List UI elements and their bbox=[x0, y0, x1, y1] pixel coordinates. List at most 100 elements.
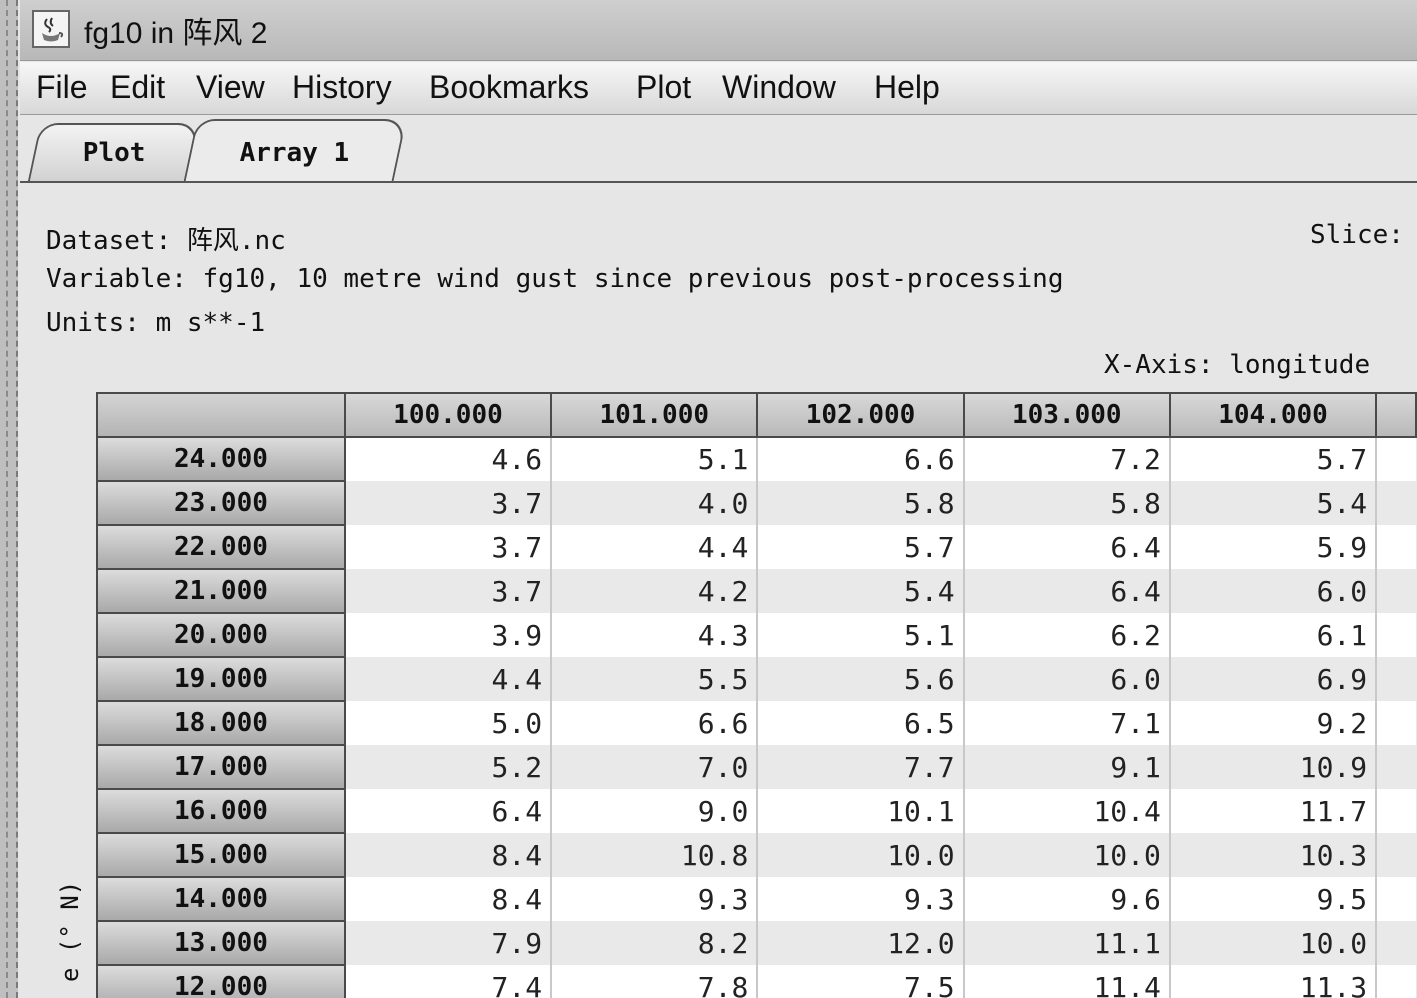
table-cell[interactable]: 3.7 bbox=[344, 481, 553, 525]
table-cell[interactable]: 11.1 bbox=[963, 921, 1171, 965]
column-header[interactable]: 100.000 bbox=[343, 392, 553, 438]
table-cell[interactable]: 11.7 bbox=[1169, 789, 1378, 833]
table-cell[interactable]: 6.9 bbox=[1169, 657, 1378, 701]
table-cell[interactable]: 9.3 bbox=[551, 877, 759, 921]
table-cell[interactable]: 9.1 bbox=[963, 745, 1171, 789]
table-cell[interactable]: 5.4 bbox=[1169, 481, 1378, 525]
table-cell[interactable]: 10.0 bbox=[757, 833, 965, 877]
table-cell[interactable]: 6.0 bbox=[1169, 569, 1378, 613]
column-header[interactable]: 102.000 bbox=[756, 392, 965, 438]
table-cell-partial[interactable] bbox=[1376, 965, 1416, 998]
row-header[interactable]: 12.000 bbox=[96, 964, 346, 998]
table-cell[interactable]: 3.7 bbox=[344, 569, 553, 613]
table-cell[interactable]: 4.4 bbox=[551, 525, 759, 569]
table-cell[interactable]: 6.4 bbox=[344, 789, 553, 833]
row-header[interactable]: 14.000 bbox=[96, 876, 346, 922]
row-header[interactable]: 18.000 bbox=[96, 700, 346, 746]
row-header[interactable]: 17.000 bbox=[96, 744, 346, 790]
table-cell[interactable]: 5.0 bbox=[344, 701, 553, 745]
table-cell[interactable]: 10.0 bbox=[963, 833, 1171, 877]
table-cell[interactable]: 6.4 bbox=[963, 525, 1171, 569]
table-cell-partial[interactable] bbox=[1376, 789, 1416, 833]
table-cell-partial[interactable] bbox=[1376, 921, 1416, 965]
table-cell[interactable]: 10.8 bbox=[551, 833, 759, 877]
column-header[interactable]: 103.000 bbox=[962, 392, 1171, 438]
table-cell[interactable]: 5.7 bbox=[1169, 437, 1378, 481]
table-cell[interactable]: 9.3 bbox=[757, 877, 965, 921]
table-cell[interactable]: 6.0 bbox=[963, 657, 1171, 701]
table-cell[interactable]: 4.4 bbox=[344, 657, 553, 701]
table-cell[interactable]: 5.7 bbox=[757, 525, 965, 569]
table-cell[interactable]: 10.3 bbox=[1169, 833, 1378, 877]
table-cell[interactable]: 8.4 bbox=[344, 877, 553, 921]
table-cell[interactable]: 9.0 bbox=[551, 789, 759, 833]
table-cell[interactable]: 7.9 bbox=[344, 921, 553, 965]
table-cell[interactable]: 10.4 bbox=[963, 789, 1171, 833]
menu-help[interactable]: Help bbox=[874, 69, 940, 106]
table-cell-partial[interactable] bbox=[1376, 657, 1416, 701]
table-cell[interactable]: 9.6 bbox=[963, 877, 1171, 921]
row-header[interactable]: 20.000 bbox=[96, 612, 346, 658]
table-cell-partial[interactable] bbox=[1376, 481, 1416, 525]
table-cell[interactable]: 3.9 bbox=[344, 613, 553, 657]
table-cell[interactable]: 4.2 bbox=[551, 569, 759, 613]
table-cell[interactable]: 8.2 bbox=[551, 921, 759, 965]
menu-view[interactable]: View bbox=[196, 69, 265, 106]
table-cell[interactable]: 3.7 bbox=[344, 525, 553, 569]
table-cell[interactable]: 5.6 bbox=[757, 657, 965, 701]
menu-bookmarks[interactable]: Bookmarks bbox=[429, 69, 589, 106]
table-cell-partial[interactable] bbox=[1376, 701, 1416, 745]
table-cell[interactable]: 10.1 bbox=[757, 789, 965, 833]
menu-file[interactable]: File bbox=[36, 69, 88, 106]
table-cell[interactable]: 5.2 bbox=[344, 745, 553, 789]
column-header-partial[interactable] bbox=[1375, 392, 1417, 438]
table-cell[interactable]: 7.7 bbox=[757, 745, 965, 789]
table-cell[interactable]: 6.2 bbox=[963, 613, 1171, 657]
table-cell[interactable]: 5.8 bbox=[963, 481, 1171, 525]
table-cell[interactable]: 7.4 bbox=[344, 965, 553, 998]
row-header[interactable]: 16.000 bbox=[96, 788, 346, 834]
table-cell-partial[interactable] bbox=[1376, 745, 1416, 789]
row-header[interactable]: 24.000 bbox=[96, 436, 346, 482]
row-header[interactable]: 19.000 bbox=[96, 656, 346, 702]
table-cell[interactable]: 10.9 bbox=[1169, 745, 1378, 789]
table-cell-partial[interactable] bbox=[1376, 437, 1416, 481]
table-cell[interactable]: 7.1 bbox=[963, 701, 1171, 745]
table-cell[interactable]: 7.2 bbox=[963, 437, 1171, 481]
row-header[interactable]: 21.000 bbox=[96, 568, 346, 614]
array-grid[interactable]: 100.000 101.000 102.000 103.000 104.000 … bbox=[96, 392, 1417, 998]
table-cell[interactable]: 10.0 bbox=[1169, 921, 1378, 965]
table-cell-partial[interactable] bbox=[1376, 877, 1416, 921]
table-cell[interactable]: 6.6 bbox=[551, 701, 759, 745]
table-cell[interactable]: 11.3 bbox=[1169, 965, 1378, 998]
table-cell[interactable]: 6.5 bbox=[757, 701, 965, 745]
row-header[interactable]: 23.000 bbox=[96, 480, 346, 526]
table-cell[interactable]: 5.4 bbox=[757, 569, 965, 613]
table-cell[interactable]: 5.1 bbox=[757, 613, 965, 657]
table-cell[interactable]: 7.0 bbox=[551, 745, 759, 789]
table-cell[interactable]: 11.4 bbox=[963, 965, 1171, 998]
table-cell[interactable]: 6.4 bbox=[963, 569, 1171, 613]
table-cell[interactable]: 4.0 bbox=[551, 481, 759, 525]
table-cell-partial[interactable] bbox=[1376, 525, 1416, 569]
table-cell[interactable]: 4.6 bbox=[344, 437, 553, 481]
table-cell[interactable]: 7.5 bbox=[757, 965, 965, 998]
table-cell[interactable]: 6.6 bbox=[757, 437, 965, 481]
column-header[interactable]: 104.000 bbox=[1168, 392, 1378, 438]
table-cell[interactable]: 5.8 bbox=[757, 481, 965, 525]
table-cell[interactable]: 6.1 bbox=[1169, 613, 1378, 657]
table-cell[interactable]: 8.4 bbox=[344, 833, 553, 877]
tab-array-1[interactable]: Array 1 bbox=[183, 119, 407, 183]
tab-plot[interactable]: Plot bbox=[27, 123, 201, 181]
table-cell[interactable]: 12.0 bbox=[757, 921, 965, 965]
menu-plot[interactable]: Plot bbox=[636, 69, 691, 106]
table-cell[interactable]: 4.3 bbox=[551, 613, 759, 657]
table-cell-partial[interactable] bbox=[1376, 833, 1416, 877]
table-cell-partial[interactable] bbox=[1376, 569, 1416, 613]
row-header[interactable]: 22.000 bbox=[96, 524, 346, 570]
table-cell[interactable]: 9.5 bbox=[1169, 877, 1378, 921]
row-header[interactable]: 15.000 bbox=[96, 832, 346, 878]
table-cell[interactable]: 5.5 bbox=[551, 657, 759, 701]
menu-edit[interactable]: Edit bbox=[110, 69, 165, 106]
table-cell-partial[interactable] bbox=[1376, 613, 1416, 657]
